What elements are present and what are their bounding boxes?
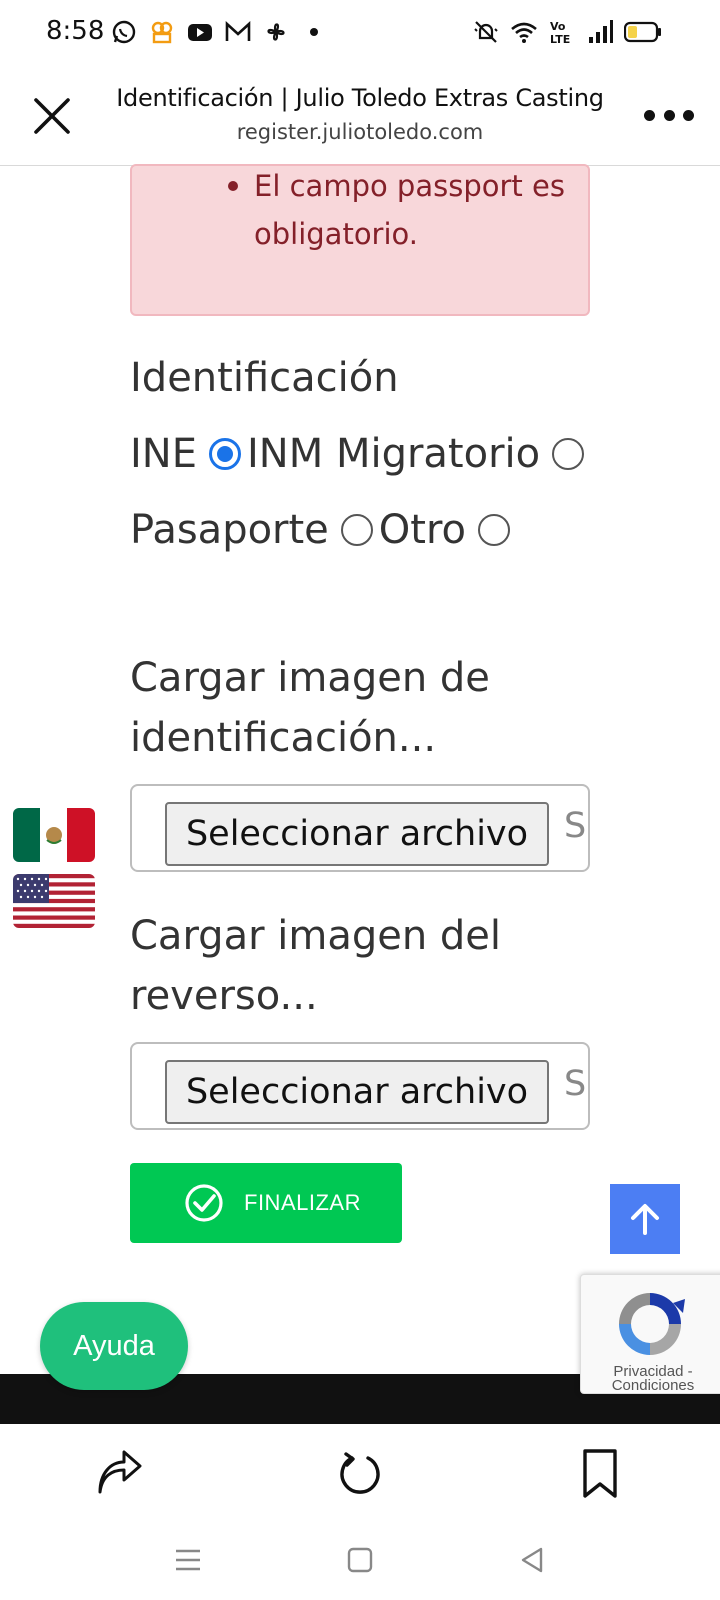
home-button[interactable] xyxy=(340,1540,380,1580)
svg-text:Vo: Vo xyxy=(550,20,566,33)
radio-label-ine: INE xyxy=(130,431,197,477)
status-bar: 8:58 Vo LTE xyxy=(0,0,720,64)
radio-label-inm: INM Migratorio xyxy=(247,431,541,477)
radio-pasaporte[interactable] xyxy=(340,514,373,546)
file-input-back[interactable]: Seleccionar archivo Si xyxy=(130,1042,590,1130)
system-navigation-bar xyxy=(0,1524,720,1600)
page-title-area[interactable]: Identificación | Julio Toledo Extras Cas… xyxy=(100,84,620,144)
status-time: 8:58 xyxy=(46,16,105,46)
upload-back-heading: Cargar imagen del reverso... xyxy=(130,913,502,1019)
arrow-up-icon xyxy=(631,1204,659,1235)
finish-label: FINALIZAR xyxy=(244,1190,361,1215)
back-button[interactable] xyxy=(512,1540,552,1580)
reload-button[interactable] xyxy=(330,1444,390,1504)
error-message: El campo passport es obligatorio. xyxy=(254,169,565,251)
app-icon xyxy=(151,21,173,44)
finish-button[interactable]: FINALIZAR xyxy=(130,1163,402,1243)
page-url: register.juliotoledo.com xyxy=(236,120,484,144)
page-title: Identificación | Julio Toledo Extras Cas… xyxy=(116,84,604,112)
volte-icon: VoLTE xyxy=(550,20,570,46)
file-input-front[interactable]: Seleccionar archivo Si xyxy=(130,784,590,872)
bookmark-button[interactable] xyxy=(570,1444,630,1504)
select-file-button-front[interactable]: Seleccionar archivo xyxy=(165,802,549,866)
bullet-icon xyxy=(228,181,238,191)
close-icon[interactable] xyxy=(30,94,74,138)
browser-bottom-bar xyxy=(0,1424,720,1524)
share-button[interactable] xyxy=(90,1444,150,1504)
check-circle-icon xyxy=(185,1184,223,1222)
notification-icons xyxy=(110,18,328,46)
select-file-button-back[interactable]: Seleccionar archivo xyxy=(165,1060,549,1124)
radio-label-otro: Otro xyxy=(378,507,467,553)
id-options-row-1: INE INM Migratorio xyxy=(130,426,590,482)
home-icon xyxy=(347,1547,373,1573)
recent-apps-button[interactable] xyxy=(168,1540,208,1580)
wifi-icon xyxy=(511,22,537,43)
battery-icon xyxy=(624,21,661,43)
recaptcha-badge[interactable]: Privacidad - Condiciones xyxy=(580,1274,720,1394)
svg-text:LTE: LTE xyxy=(550,33,570,46)
more-options-icon[interactable] xyxy=(644,102,694,128)
upload-front-heading: Cargar imagen de identificación... xyxy=(130,655,490,761)
pinwheel-icon xyxy=(267,23,285,41)
back-icon xyxy=(521,1547,543,1573)
scroll-to-top-button[interactable] xyxy=(610,1184,680,1254)
mexico-flag-icon[interactable] xyxy=(13,808,95,862)
bookmark-icon xyxy=(583,1449,617,1498)
signal-icon xyxy=(589,20,613,43)
help-button[interactable]: Ayuda xyxy=(40,1302,188,1390)
dot-icon xyxy=(310,28,318,36)
recaptcha-terms[interactable]: Privacidad - Condiciones xyxy=(581,1364,720,1393)
radio-otro[interactable] xyxy=(478,514,511,546)
radio-ine[interactable] xyxy=(209,438,241,470)
menu-icon xyxy=(176,1549,200,1571)
mute-icon xyxy=(474,21,498,43)
file-status-back: Si xyxy=(564,1064,588,1104)
gmail-icon xyxy=(225,21,251,41)
whatsapp-icon xyxy=(112,20,136,44)
reload-icon xyxy=(340,1452,380,1494)
share-icon xyxy=(98,1450,142,1494)
usa-flag-icon[interactable] xyxy=(13,874,95,928)
youtube-icon xyxy=(188,24,212,41)
file-status-front: Si xyxy=(564,806,588,846)
browser-top-bar: Identificación | Julio Toledo Extras Cas… xyxy=(0,64,720,166)
recaptcha-icon xyxy=(619,1293,685,1355)
error-alert: El campo passport es obligatorio. xyxy=(130,164,590,316)
id-options-row-2: Pasaporte Otro xyxy=(130,502,516,558)
radio-label-pasaporte: Pasaporte xyxy=(130,507,329,553)
identification-heading: Identificación xyxy=(130,355,399,401)
system-icons: Vo LTE xyxy=(472,18,662,46)
radio-inm[interactable] xyxy=(552,438,585,470)
